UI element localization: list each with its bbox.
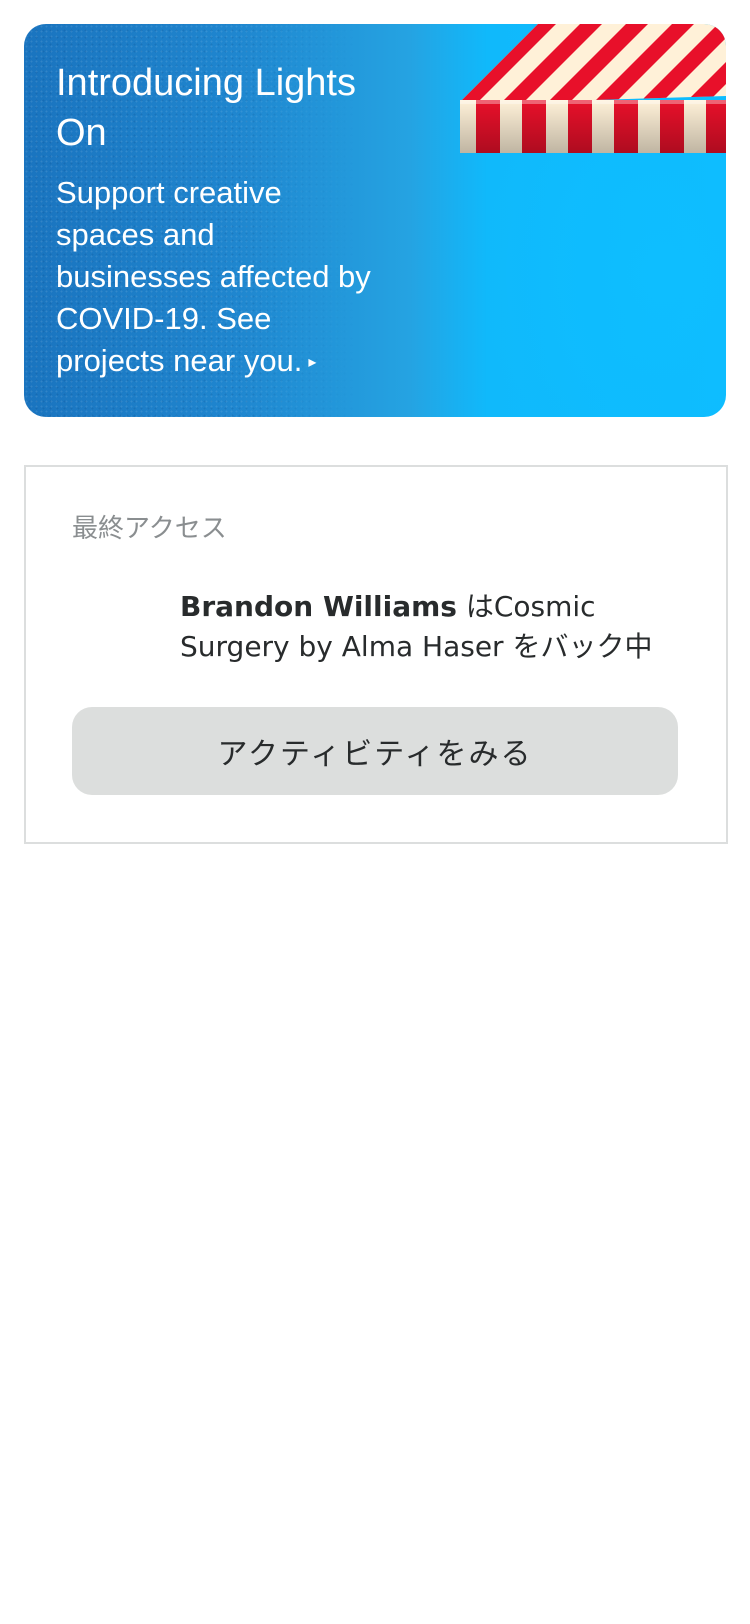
backer-name: Brandon Williams <box>180 590 457 623</box>
recent-activity-label: 最終アクセス <box>72 514 227 544</box>
activity-item[interactable]: Brandon Williams はCosmic Surgery by Alma… <box>72 587 692 677</box>
promo-description-text: Support creative spaces and businesses a… <box>56 175 371 378</box>
see-activity-button[interactable]: アクティビティをみる <box>72 707 678 795</box>
promo-title: Introducing Lights On <box>56 62 356 154</box>
avatar <box>72 591 152 671</box>
lights-on-promo-banner[interactable]: Introducing Lights On Support creative s… <box>24 24 726 417</box>
activity-suffix: をバック中 <box>503 630 653 663</box>
promo-description: Support creative spaces and businesses a… <box>56 172 376 384</box>
play-triangle-icon: ▸ <box>308 353 317 371</box>
activity-description: Brandon Williams はCosmic Surgery by Alma… <box>180 587 700 667</box>
awning-illustration <box>460 24 726 153</box>
recent-activity-card: 最終アクセス Brandon Williams はCosmic Surgery … <box>24 465 728 844</box>
activity-particle: は <box>456 590 494 623</box>
